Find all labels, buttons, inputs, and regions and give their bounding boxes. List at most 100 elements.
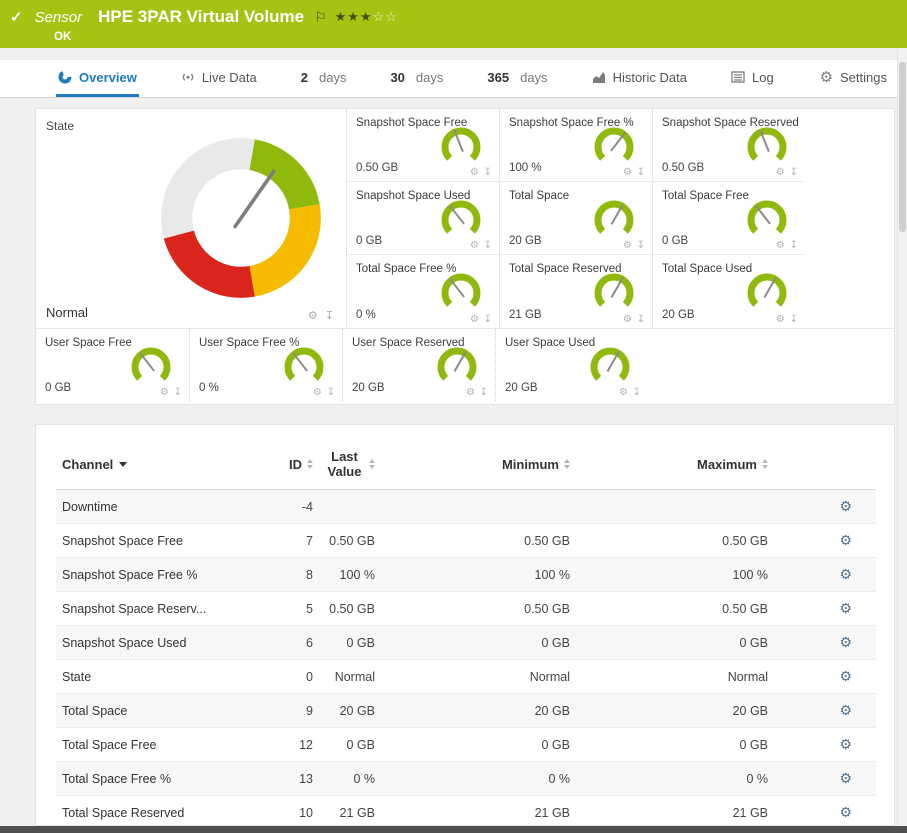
tab-live-data[interactable]: Live Data: [179, 60, 259, 97]
channel-settings-icon[interactable]: ⚙: [776, 240, 786, 251]
channel-gauge-cell[interactable]: Total Space Used 20 GB ⚙ ↧: [652, 255, 805, 328]
channel-pin-icon[interactable]: ↧: [484, 314, 493, 325]
row-settings-icon[interactable]: ⚙: [839, 532, 852, 548]
channel-gauge-cell[interactable]: Total Space Free % 0 % ⚙ ↧: [346, 255, 499, 328]
gauge-value: 0.50 GB: [356, 162, 398, 174]
scrollbar[interactable]: [897, 48, 907, 826]
channel-pin-icon[interactable]: ↧: [637, 167, 646, 178]
channel-pin-icon[interactable]: ↧: [790, 314, 799, 325]
tab-30-days[interactable]: 30 days: [388, 60, 445, 97]
scrollbar-thumb[interactable]: [899, 62, 906, 232]
channel-settings-icon[interactable]: ⚙: [623, 167, 633, 178]
channel-gauge-cell[interactable]: User Space Free % 0 % ⚙ ↧: [189, 329, 342, 401]
channel-gauge-cell[interactable]: Snapshot Space Used 0 GB ⚙ ↧: [346, 182, 499, 255]
star-rating[interactable]: ★★★☆☆: [335, 9, 398, 25]
table-row[interactable]: Downtime -4 ⚙: [56, 490, 876, 524]
gauge-needle: [611, 133, 625, 151]
cell-last-value: [319, 490, 381, 524]
row-settings-icon[interactable]: ⚙: [839, 770, 852, 786]
tab-label: days: [520, 70, 547, 85]
gauge-value: 0 GB: [662, 235, 688, 247]
row-settings-icon[interactable]: ⚙: [839, 566, 852, 582]
state-gauge-cell[interactable]: State Normal ⚙ ↧: [36, 109, 346, 328]
channel-gauge: [435, 271, 487, 315]
row-settings-icon[interactable]: ⚙: [839, 702, 852, 718]
channel-settings-icon[interactable]: ⚙: [623, 240, 633, 251]
col-header-maximum[interactable]: Maximum: [576, 439, 774, 490]
cell-last-value: 21 GB: [319, 796, 381, 830]
col-header-minimum[interactable]: Minimum: [381, 439, 576, 490]
channel-gauge: [435, 125, 487, 169]
status-check-icon: ✓: [10, 8, 23, 26]
channel-pin-icon[interactable]: ↧: [637, 314, 646, 325]
channel-pin-icon[interactable]: ↧: [637, 240, 646, 251]
row-settings-icon[interactable]: ⚙: [839, 634, 852, 650]
channel-settings-icon[interactable]: ⚙: [160, 387, 170, 398]
cell-id: -4: [246, 490, 319, 524]
channel-settings-icon[interactable]: ⚙: [466, 387, 476, 398]
tab-log[interactable]: Log: [729, 60, 776, 97]
channel-settings-icon[interactable]: ⚙: [776, 314, 786, 325]
sensor-title: HPE 3PAR Virtual Volume: [98, 7, 304, 27]
table-row[interactable]: Total Space 9 20 GB 20 GB 20 GB ⚙: [56, 694, 876, 728]
channel-settings-icon[interactable]: ⚙: [470, 314, 480, 325]
col-header-id[interactable]: ID: [246, 439, 319, 490]
gauge-needle: [450, 206, 464, 224]
channel-settings-icon[interactable]: ⚙: [623, 314, 633, 325]
channel-settings-icon[interactable]: ⚙: [308, 310, 320, 322]
sort-icon: [369, 459, 375, 469]
channel-gauge-cell[interactable]: Total Space 20 GB ⚙ ↧: [499, 182, 652, 255]
table-row[interactable]: Snapshot Space Free % 8 100 % 100 % 100 …: [56, 558, 876, 592]
col-header-actions: [774, 439, 876, 490]
channel-gauge-cell[interactable]: Total Space Free 0 GB ⚙ ↧: [652, 182, 805, 255]
channel-gauge-cell[interactable]: User Space Used 20 GB ⚙ ↧: [495, 329, 648, 401]
gauge-value: 20 GB: [509, 235, 542, 247]
channel-pin-icon[interactable]: ↧: [484, 240, 493, 251]
cell-channel: Total Space Free: [56, 728, 246, 762]
gauge-value: 20 GB: [505, 382, 538, 394]
tab-settings[interactable]: ⚙ Settings: [818, 60, 889, 97]
channel-gauge-cell[interactable]: Snapshot Space Free % 100 % ⚙ ↧: [499, 109, 652, 182]
table-row[interactable]: Total Space Free 12 0 GB 0 GB 0 GB ⚙: [56, 728, 876, 762]
row-settings-icon[interactable]: ⚙: [839, 600, 852, 616]
channel-settings-icon[interactable]: ⚙: [470, 240, 480, 251]
channel-pin-icon[interactable]: ↧: [633, 387, 642, 398]
cell-maximum: 20 GB: [576, 694, 774, 728]
row-settings-icon[interactable]: ⚙: [839, 736, 852, 752]
table-row[interactable]: Total Space Reserved 10 21 GB 21 GB 21 G…: [56, 796, 876, 830]
sensor-banner: ✓ Sensor HPE 3PAR Virtual Volume ⚐ ★★★☆☆…: [0, 0, 907, 48]
channel-pin-icon[interactable]: ↧: [327, 387, 336, 398]
channel-pin-icon[interactable]: ↧: [790, 167, 799, 178]
channel-pin-icon[interactable]: ↧: [174, 387, 183, 398]
channel-gauge-cell[interactable]: User Space Free 0 GB ⚙ ↧: [36, 329, 189, 401]
channel-gauge-cell[interactable]: Total Space Reserved 21 GB ⚙ ↧: [499, 255, 652, 328]
channel-settings-icon[interactable]: ⚙: [619, 387, 629, 398]
table-row[interactable]: Snapshot Space Used 6 0 GB 0 GB 0 GB ⚙: [56, 626, 876, 660]
channel-pin-icon[interactable]: ↧: [480, 387, 489, 398]
table-row[interactable]: Snapshot Space Reserv... 5 0.50 GB 0.50 …: [56, 592, 876, 626]
table-row[interactable]: Total Space Free % 13 0 % 0 % 0 % ⚙: [56, 762, 876, 796]
channel-gauge-cell[interactable]: Snapshot Space Free 0.50 GB ⚙ ↧: [346, 109, 499, 182]
tab-historic-data[interactable]: Historic Data: [590, 60, 689, 97]
channel-pin-icon[interactable]: ↧: [484, 167, 493, 178]
row-settings-icon[interactable]: ⚙: [839, 498, 852, 514]
col-header-channel[interactable]: Channel: [56, 439, 246, 490]
tab-365-days[interactable]: 365 days: [485, 60, 549, 97]
row-settings-icon[interactable]: ⚙: [839, 668, 852, 684]
channel-settings-icon[interactable]: ⚙: [313, 387, 323, 398]
row-settings-icon[interactable]: ⚙: [839, 804, 852, 820]
channel-settings-icon[interactable]: ⚙: [776, 167, 786, 178]
col-header-last-value[interactable]: Last Value: [319, 439, 381, 490]
flag-icon[interactable]: ⚐: [314, 9, 327, 26]
tab-overview[interactable]: Overview: [56, 60, 139, 97]
gauge-label: Total Space Used: [662, 263, 752, 275]
table-row[interactable]: Snapshot Space Free 7 0.50 GB 0.50 GB 0.…: [56, 524, 876, 558]
table-row[interactable]: State 0 Normal Normal Normal ⚙: [56, 660, 876, 694]
channel-pin-icon[interactable]: ↧: [325, 310, 336, 322]
state-gauge[interactable]: [158, 135, 324, 301]
channel-pin-icon[interactable]: ↧: [790, 240, 799, 251]
channel-settings-icon[interactable]: ⚙: [470, 167, 480, 178]
tab-2-days[interactable]: 2 days: [299, 60, 349, 97]
channel-gauge-cell[interactable]: User Space Reserved 20 GB ⚙ ↧: [342, 329, 495, 401]
channel-gauge-cell[interactable]: Snapshot Space Reserved 0.50 GB ⚙ ↧: [652, 109, 805, 182]
